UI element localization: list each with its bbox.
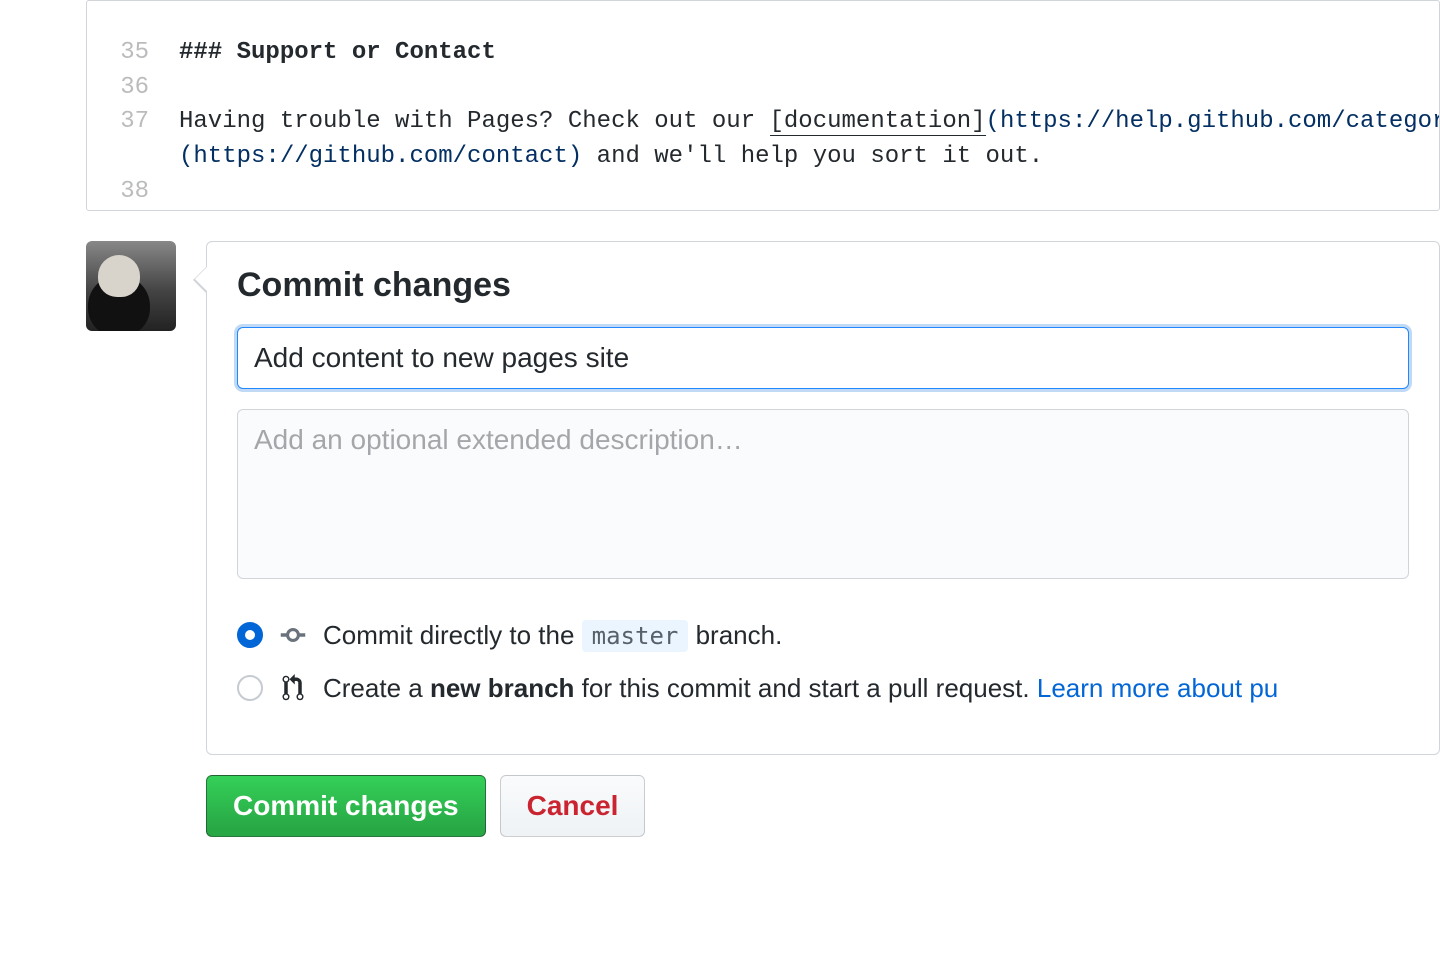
markdown-heading: ### Support or Contact: [165, 36, 496, 71]
markdown-link-label: [documentation]: [770, 108, 986, 136]
radio-indicator: [237, 675, 263, 701]
branch-badge: master: [582, 620, 689, 652]
markdown-text: Having trouble with Pages? Check out our…: [165, 105, 1440, 140]
code-line-37: 37 Having trouble with Pages? Check out …: [87, 105, 1439, 140]
markdown-link-url: (https://help.github.com/categories/gi: [986, 108, 1440, 135]
text-segment: Commit directly to the: [323, 620, 582, 650]
text-segment: for this commit and start a pull request…: [574, 673, 1036, 703]
commit-description-input[interactable]: [237, 409, 1409, 579]
text-strong: new branch: [430, 673, 574, 703]
learn-more-link[interactable]: Learn more about pu: [1037, 673, 1278, 703]
radio-label: Create a new branch for this commit and …: [323, 673, 1278, 704]
line-number: 37: [87, 105, 165, 140]
markdown-text: (https://github.com/contact) and we'll h…: [165, 140, 1043, 175]
code-editor[interactable]: 35 ### Support or Contact 36 37 Having t…: [86, 0, 1440, 211]
line-number: 38: [87, 175, 165, 210]
commit-summary-input[interactable]: [237, 327, 1409, 389]
avatar[interactable]: [86, 241, 176, 331]
git-commit-icon: [279, 621, 307, 649]
text-segment: and we'll help you sort it out.: [582, 143, 1043, 170]
line-number: 35: [87, 36, 165, 71]
line-number: 36: [87, 71, 165, 106]
commit-button[interactable]: Commit changes: [206, 775, 486, 837]
git-pull-request-icon: [279, 674, 307, 702]
radio-indicator-checked: [237, 622, 263, 648]
commit-direct-radio[interactable]: Commit directly to the master branch.: [237, 620, 1409, 651]
cancel-button[interactable]: Cancel: [500, 775, 646, 837]
text-segment: branch.: [696, 620, 783, 650]
radio-label: Commit directly to the master branch.: [323, 620, 782, 651]
commit-form-title: Commit changes: [237, 266, 1409, 305]
code-line-38: 38: [87, 175, 1439, 210]
commit-new-branch-radio[interactable]: Create a new branch for this commit and …: [237, 673, 1409, 704]
commit-form: Commit changes Commit directly to the ma…: [206, 241, 1440, 755]
text-segment: Create a: [323, 673, 430, 703]
code-line-36: 36: [87, 71, 1439, 106]
text-segment: Having trouble with Pages? Check out our: [179, 108, 770, 135]
code-line-37-wrap: (https://github.com/contact) and we'll h…: [87, 140, 1439, 175]
code-line-35: 35 ### Support or Contact: [87, 36, 1439, 71]
markdown-link-url: (https://github.com/contact): [179, 143, 582, 170]
code-line-34-partial: [87, 1, 1439, 36]
